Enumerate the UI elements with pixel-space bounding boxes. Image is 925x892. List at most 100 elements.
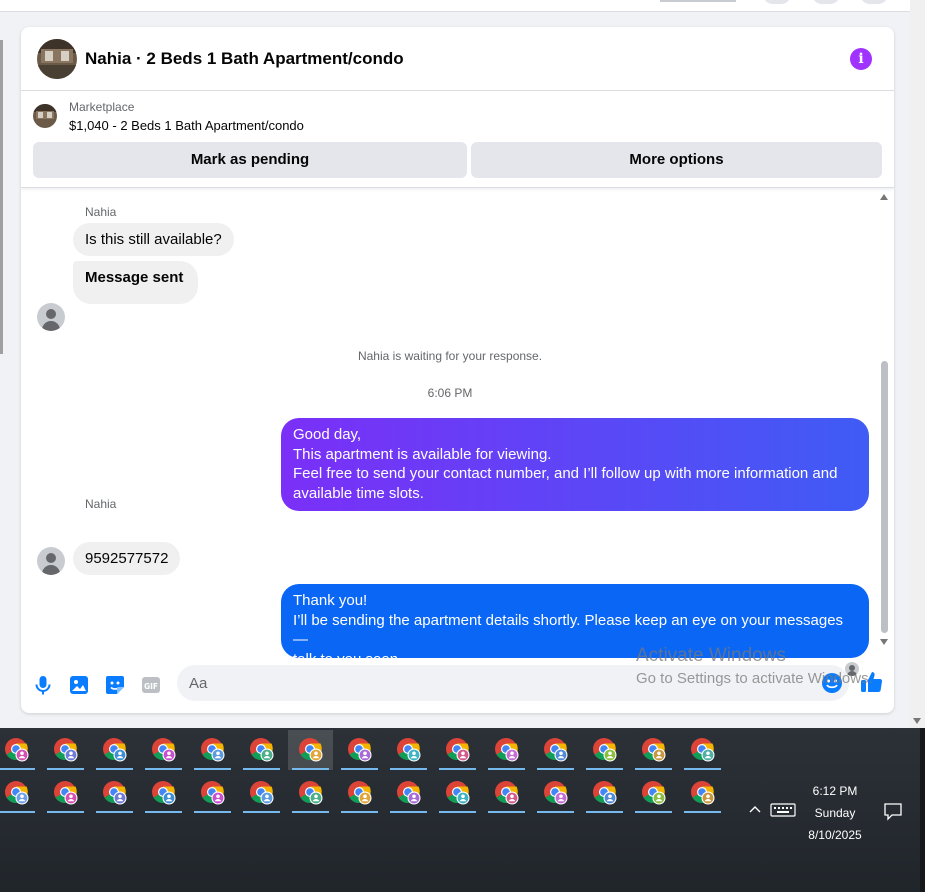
chrome-taskbar-button[interactable] <box>288 730 333 770</box>
chrome-taskbar-button[interactable] <box>680 730 725 770</box>
listing-title[interactable]: $1,040 - 2 Beds 1 Bath Apartment/condo <box>69 118 304 133</box>
message-timestamp: 6:06 PM <box>427 386 473 400</box>
conversation-title[interactable]: Nahia · 2 Beds 1 Bath Apartment/condo <box>85 49 404 69</box>
scroll-down-arrow-icon[interactable] <box>880 639 888 645</box>
running-indicator <box>586 811 623 813</box>
chrome-icon <box>495 738 519 762</box>
running-indicator <box>390 768 427 770</box>
running-indicator <box>243 768 280 770</box>
running-indicator <box>635 811 672 813</box>
running-indicator <box>341 768 378 770</box>
chrome-taskbar-button[interactable] <box>337 773 382 813</box>
more-options-button[interactable]: More options <box>471 142 882 178</box>
chrome-taskbar-button[interactable] <box>631 773 676 813</box>
running-indicator <box>537 811 574 813</box>
chrome-taskbar-button[interactable] <box>631 730 676 770</box>
chrome-taskbar-button[interactable] <box>435 730 480 770</box>
chrome-taskbar-button[interactable] <box>288 773 333 813</box>
chrome-icon <box>250 738 274 762</box>
message-line: Thank you! <box>293 592 368 609</box>
chrome-taskbar-button[interactable] <box>337 730 382 770</box>
chrome-taskbar-button[interactable] <box>239 730 284 770</box>
chrome-icon <box>299 781 323 805</box>
running-indicator <box>0 811 35 813</box>
chrome-taskbar-button[interactable] <box>190 773 235 813</box>
chrome-taskbar-button[interactable] <box>484 730 529 770</box>
chrome-taskbar-button[interactable] <box>533 730 578 770</box>
sender-name: Nahia <box>85 205 117 219</box>
outgoing-message[interactable]: Thank you! I’ll be sending the apartment… <box>281 584 869 668</box>
chrome-taskbar-button[interactable] <box>435 773 480 813</box>
profile-avatar[interactable] <box>860 0 888 4</box>
chrome-taskbar-button[interactable] <box>141 730 186 770</box>
gif-icon[interactable]: GIF <box>140 674 162 696</box>
chrome-taskbar-button[interactable] <box>386 730 431 770</box>
scroll-down-arrow-icon[interactable] <box>913 718 921 724</box>
clock-time: 6:12 PM <box>812 784 858 798</box>
chrome-icon <box>54 781 78 805</box>
thread-scrollbar-thumb[interactable] <box>881 361 888 633</box>
chrome-taskbar-button[interactable] <box>680 773 725 813</box>
show-hidden-icons-chevron-icon[interactable] <box>748 803 762 817</box>
incoming-message[interactable]: Message sent <box>73 261 199 304</box>
chrome-icon <box>397 738 421 762</box>
chrome-icon <box>348 738 372 762</box>
chrome-taskbar-button[interactable] <box>582 773 627 813</box>
touch-keyboard-icon[interactable] <box>770 802 796 818</box>
sender-avatar[interactable] <box>37 547 65 575</box>
running-indicator <box>47 811 84 813</box>
emoji-icon[interactable] <box>821 672 843 694</box>
incoming-message[interactable]: 9592577572 <box>73 542 181 575</box>
chrome-taskbar-button[interactable] <box>386 773 431 813</box>
chrome-icon <box>446 781 470 805</box>
sender-name: Nahia <box>85 497 117 511</box>
microphone-icon[interactable] <box>32 674 54 696</box>
incoming-message[interactable]: Is this still available? <box>73 223 234 256</box>
chrome-taskbar-button[interactable] <box>92 730 137 770</box>
message-line: This apartment is available for viewing. <box>293 445 552 463</box>
taskbar-edge <box>920 728 925 892</box>
chrome-taskbar-button[interactable] <box>239 773 284 813</box>
mark-as-pending-button[interactable]: Mark as pending <box>33 142 467 178</box>
page-scrollbar[interactable] <box>910 0 925 728</box>
listing-thumbnail[interactable] <box>33 104 57 128</box>
notification-center-icon[interactable] <box>883 801 903 821</box>
thumbs-up-icon[interactable] <box>859 669 885 695</box>
conversation-avatar[interactable] <box>37 39 77 79</box>
running-indicator <box>243 811 280 813</box>
message-line: I’ll be sending the apartment details sh… <box>293 611 844 649</box>
chrome-icon <box>544 738 568 762</box>
info-icon[interactable]: i <box>850 48 872 70</box>
running-indicator <box>0 768 35 770</box>
scroll-up-arrow-icon[interactable] <box>880 194 888 200</box>
chrome-taskbar-button[interactable] <box>0 730 39 770</box>
chrome-taskbar-button[interactable] <box>533 773 578 813</box>
chrome-taskbar-button[interactable] <box>0 773 39 813</box>
svg-text:GIF: GIF <box>144 682 158 691</box>
chrome-icon <box>103 738 127 762</box>
message-thread: Nahia Is this still available? Message s… <box>21 189 894 676</box>
top-strip-bar <box>660 0 736 2</box>
chrome-icon <box>642 738 666 762</box>
sender-avatar[interactable] <box>37 303 65 331</box>
running-indicator <box>390 811 427 813</box>
chrome-taskbar-button[interactable] <box>43 730 88 770</box>
left-edge-scrollbar <box>0 40 3 354</box>
chrome-taskbar-button[interactable] <box>43 773 88 813</box>
taskbar-clock[interactable]: 6:12 PM Sunday 8/10/2025 <box>795 780 875 846</box>
photo-icon[interactable] <box>68 674 90 696</box>
sticker-icon[interactable] <box>104 674 126 696</box>
chrome-taskbar-button[interactable] <box>92 773 137 813</box>
chrome-taskbar-button[interactable] <box>190 730 235 770</box>
running-indicator <box>341 811 378 813</box>
chrome-icon <box>593 738 617 762</box>
top-nav-button[interactable] <box>763 0 791 4</box>
chrome-icon <box>691 738 715 762</box>
chrome-taskbar-button[interactable] <box>141 773 186 813</box>
chrome-icon <box>5 781 29 805</box>
message-input[interactable] <box>177 665 849 701</box>
outgoing-message[interactable]: Good day, This apartment is available fo… <box>281 418 869 511</box>
chrome-taskbar-button[interactable] <box>484 773 529 813</box>
top-nav-button[interactable] <box>812 0 840 4</box>
chrome-taskbar-button[interactable] <box>582 730 627 770</box>
